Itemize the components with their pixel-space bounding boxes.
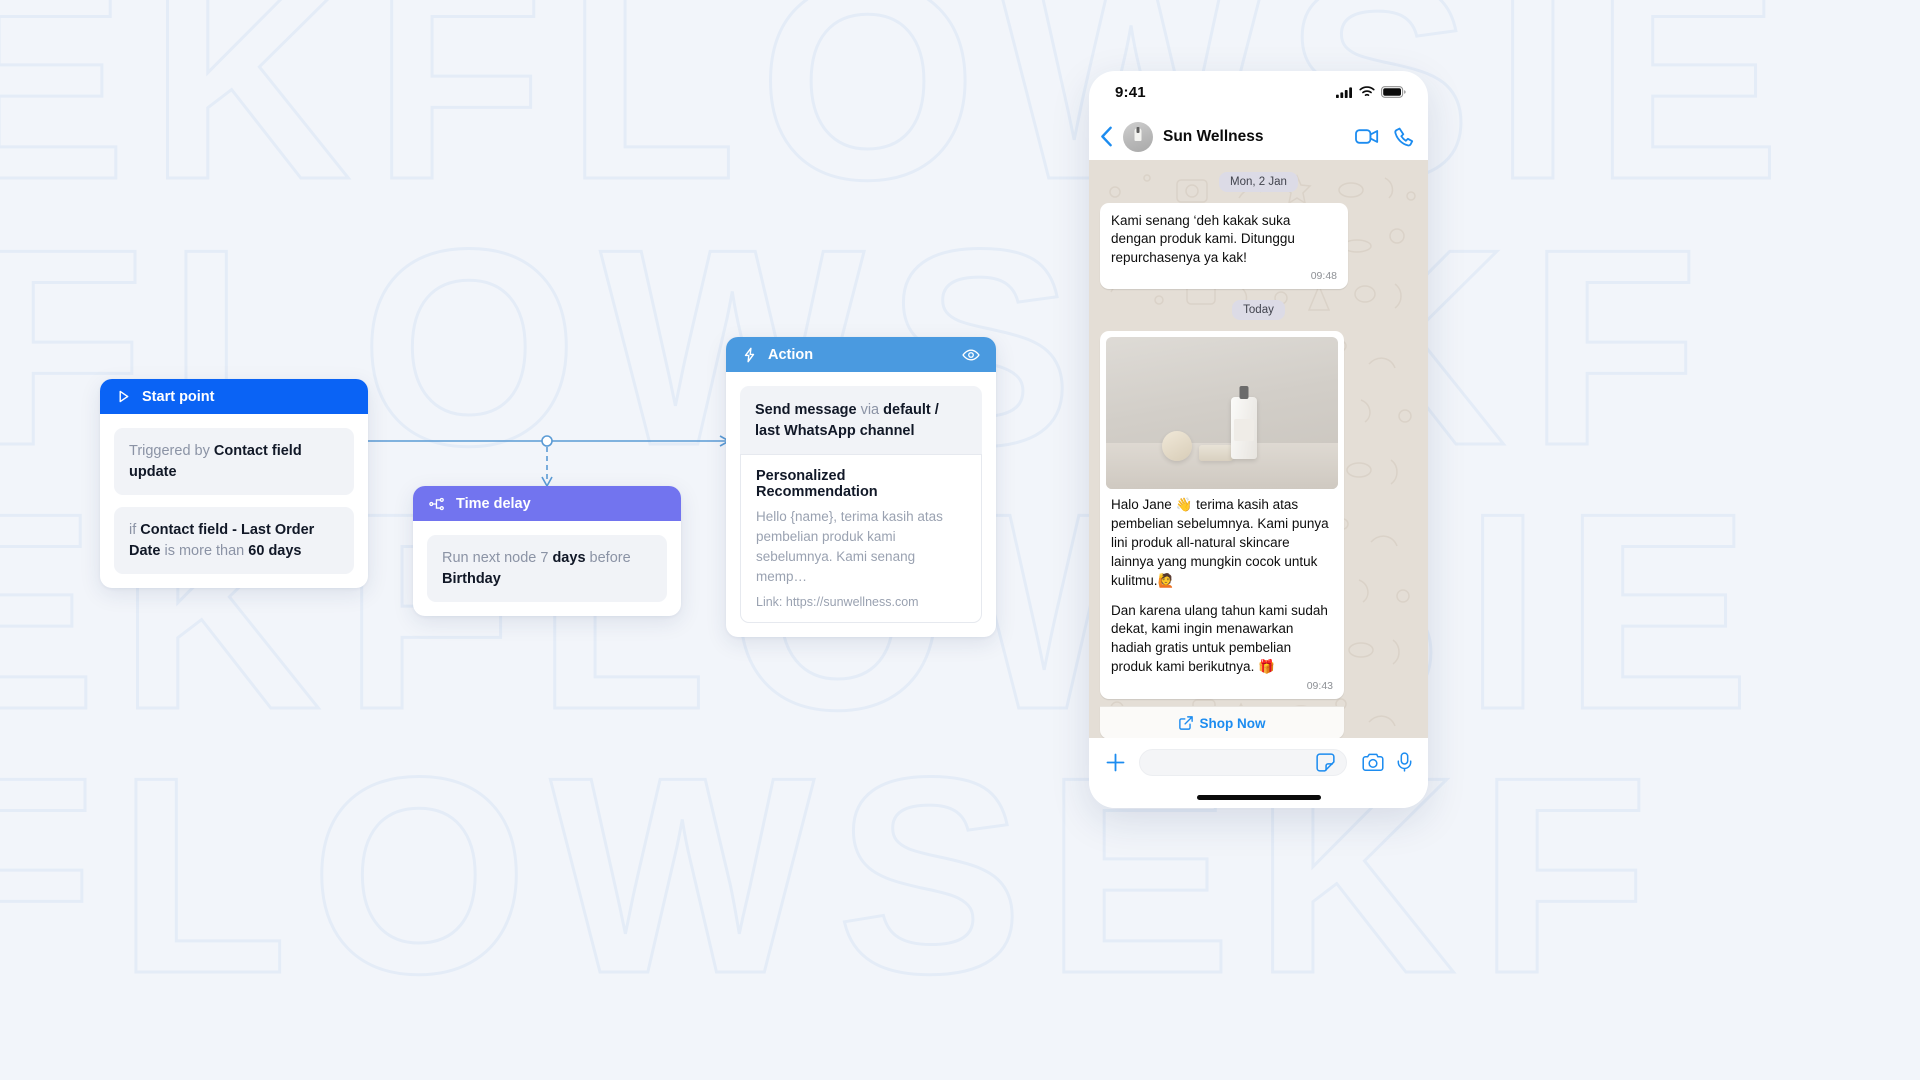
video-call-icon[interactable] <box>1355 128 1379 145</box>
trigger-row[interactable]: Triggered by Contact field update <box>114 428 354 496</box>
chat-bubble-media[interactable]: Halo Jane 👋 terima kasih atas pembelian … <box>1100 331 1344 700</box>
lightning-bolt-icon <box>742 347 757 363</box>
image-podium-prop <box>1198 445 1233 462</box>
contact-avatar[interactable] <box>1123 121 1153 152</box>
shop-now-button[interactable]: Shop Now <box>1100 706 1344 738</box>
condition-prefix: if <box>129 522 141 539</box>
chat-header-actions <box>1355 127 1414 147</box>
message-template-title: Personalized Recommendation <box>756 468 878 501</box>
sticker-icon[interactable] <box>1316 752 1335 772</box>
node-title: Start point <box>142 388 215 405</box>
camera-icon[interactable] <box>1362 753 1384 772</box>
eye-icon[interactable] <box>962 348 980 362</box>
microphone-icon[interactable] <box>1397 752 1412 772</box>
chat-bubble-incoming[interactable]: Kami senang ‘deh kakak suka dengan produ… <box>1100 203 1348 290</box>
node-body-action: Send message via default / last WhatsApp… <box>726 372 996 637</box>
message-preview-card[interactable]: Personalized Recommendation Hello {name}… <box>740 454 982 624</box>
home-indicator[interactable] <box>1196 794 1321 800</box>
battery-icon <box>1381 86 1406 98</box>
image-serum-bottle <box>1231 397 1258 460</box>
connector-junction-node[interactable] <box>541 435 553 447</box>
home-indicator-area <box>1089 786 1428 808</box>
date-separator: Today <box>1100 300 1417 321</box>
node-header-time-delay: Time delay <box>413 486 681 521</box>
chat-bubble-text: Halo Jane 👋 terima kasih atas pembelian … <box>1106 496 1338 677</box>
trigger-prefix: Triggered by <box>129 443 214 459</box>
node-body-time-delay: Run next node 7 days before Birthday <box>413 521 681 616</box>
delay-unit: days <box>552 550 586 566</box>
condition-row[interactable]: if Contact field - Last Order Date is mo… <box>114 507 354 575</box>
node-body-start-point: Triggered by Contact field update if Con… <box>100 414 368 588</box>
delay-relation: before <box>585 550 631 566</box>
date-chip-label: Mon, 2 Jan <box>1219 172 1298 192</box>
phone-mockup: 9:41 Sun Wellness Mon, 2 Jan Kami senang… <box>1089 71 1428 808</box>
chat-bubble-time: 09:48 <box>1310 270 1337 283</box>
delay-row[interactable]: Run next node 7 days before Birthday <box>427 535 667 603</box>
node-title: Action <box>768 346 814 363</box>
delay-prefix: Run next node 7 <box>442 550 553 566</box>
connector-arrowhead-delay <box>541 476 553 488</box>
date-chip-label: Today <box>1232 300 1285 321</box>
flow-canvas: Start point Triggered by Contact field u… <box>0 0 1920 1080</box>
send-message-label: Send message <box>755 402 861 418</box>
condition-operator: is more than <box>160 542 249 559</box>
flow-node-time-delay[interactable]: Time delay Run next node 7 days before B… <box>413 486 681 617</box>
delay-anchor: Birthday <box>442 570 501 587</box>
wifi-icon <box>1359 86 1375 98</box>
flow-node-start-point[interactable]: Start point Triggered by Contact field u… <box>100 379 368 589</box>
message-template-link: Link: https://sunwellness.com <box>756 595 919 610</box>
phone-call-icon[interactable] <box>1394 127 1414 147</box>
chat-bubble-time: 09:43 <box>1306 680 1333 693</box>
date-separator: Mon, 2 Jan <box>1100 172 1417 192</box>
node-header-action: Action <box>726 337 996 372</box>
flow-node-action[interactable]: Action Send message via default / last W… <box>726 337 996 638</box>
send-via-label: via <box>860 402 884 418</box>
play-triangle-icon <box>116 389 131 404</box>
condition-value: 60 days <box>248 542 302 559</box>
plus-icon[interactable] <box>1105 752 1126 773</box>
back-chevron-icon[interactable] <box>1100 126 1113 147</box>
status-bar: 9:41 <box>1089 71 1428 113</box>
chat-paragraph-1: Halo Jane 👋 terima kasih atas pembelian … <box>1111 497 1329 588</box>
chat-bubble-text: Kami senang ‘deh kakak suka dengan produ… <box>1111 213 1295 265</box>
chat-header: Sun Wellness <box>1089 113 1428 160</box>
external-link-icon <box>1178 716 1193 730</box>
signal-bars-icon <box>1336 86 1353 98</box>
status-bar-icons <box>1336 86 1406 98</box>
contact-name: Sun Wellness <box>1163 127 1264 145</box>
product-image[interactable] <box>1106 337 1338 490</box>
message-template-preview: Hello {name}, terima kasih atas pembelia… <box>756 509 943 585</box>
image-disc-prop <box>1161 431 1192 462</box>
status-bar-time: 9:41 <box>1115 83 1146 101</box>
chat-paragraph-2: Dan karena ulang tahun kami sudah dekat,… <box>1111 602 1328 675</box>
chat-message-list[interactable]: Mon, 2 Jan Kami senang ‘deh kakak suka d… <box>1089 160 1428 738</box>
shop-now-label: Shop Now <box>1199 715 1266 731</box>
node-header-start-point: Start point <box>100 379 368 414</box>
node-title: Time delay <box>456 495 531 512</box>
send-message-row[interactable]: Send message via default / last WhatsApp… <box>740 386 982 455</box>
node-hierarchy-icon <box>429 497 445 511</box>
message-input-bar <box>1089 738 1428 786</box>
